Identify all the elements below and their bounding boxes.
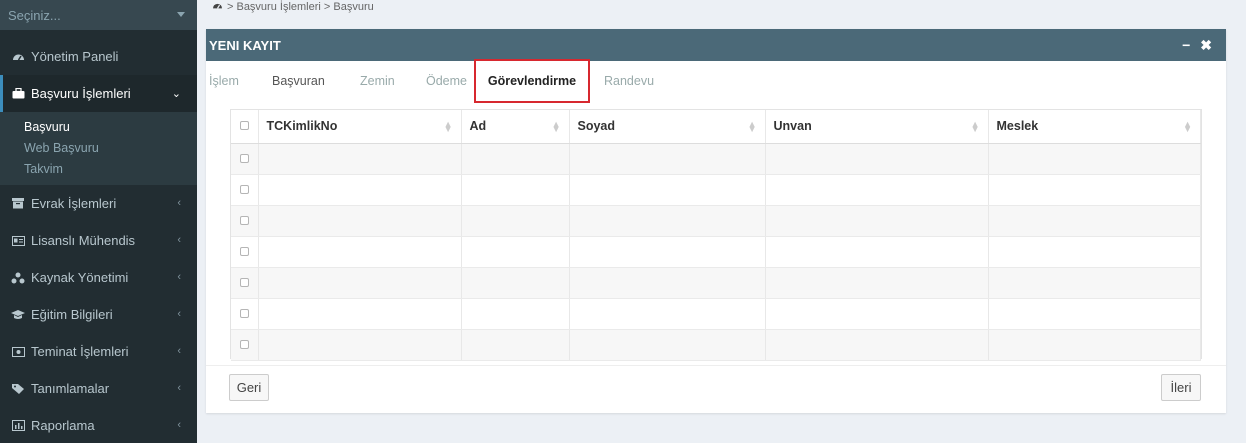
column-header-tckimlikno[interactable]: TCKimlikNo ▲ ▼ [258, 110, 462, 144]
modal-title: YENI KAYIT [209, 37, 281, 53]
sidebar-item-label: Eğitim Bilgileri [31, 307, 113, 322]
column-header-unvan[interactable]: Unvan ▲ ▼ [765, 110, 989, 144]
modal-header: YENI KAYIT − ✖ [206, 29, 1226, 61]
select-all-header [231, 110, 259, 144]
table-row[interactable] [231, 267, 1201, 299]
sidebar-item-basvuru-islemleri[interactable]: Başvuru İşlemleri ⌄ [0, 75, 197, 112]
chevron-left-icon: ‹ [177, 308, 181, 320]
sidebar-item-teminat-islemleri[interactable]: Teminat İşlemleri ‹ [0, 333, 197, 370]
tab-odeme[interactable]: Ödeme [426, 74, 467, 88]
sitemap-icon [11, 271, 25, 285]
sidebar-submenu: Başvuru Web Başvuru Takvim [0, 112, 197, 185]
money-icon [11, 345, 25, 359]
sort-icon: ▲ ▼ [1183, 119, 1192, 134]
select-all-checkbox[interactable] [240, 121, 249, 131]
column-label: TCKimlikNo [266, 119, 338, 134]
table-row[interactable] [231, 298, 1201, 330]
chevron-left-icon: ‹ [177, 382, 181, 394]
sidebar-item-label: Evrak İşlemleri [31, 196, 117, 211]
minimize-icon[interactable]: − [1182, 37, 1190, 54]
sidebar-item-lisansli-muhendis[interactable]: Lisanslı Mühendis ‹ [0, 222, 197, 259]
sidebar-item-label: Kaynak Yönetimi [31, 270, 129, 285]
sort-icon: ▲ ▼ [747, 119, 757, 134]
dashboard-icon[interactable] [212, 1, 223, 13]
back-button[interactable]: Geri [229, 374, 269, 401]
column-header-soyad[interactable]: Soyad ▲ ▼ [569, 110, 766, 144]
sort-icon: ▲ ▼ [551, 119, 561, 134]
tag-icon [11, 382, 25, 396]
table-row[interactable] [231, 174, 1201, 206]
divider [206, 365, 1226, 366]
chevron-left-icon: ‹ [177, 345, 181, 357]
sidebar-item-kaynak-yonetimi[interactable]: Kaynak Yönetimi ‹ [0, 259, 197, 296]
tab-gorevlendirme[interactable]: Görevlendirme [474, 59, 590, 103]
breadcrumb-text: > Başvuru İşlemleri > Başvuru [227, 1, 374, 13]
sidebar-item-raporlama[interactable]: Raporlama ‹ [0, 407, 197, 443]
table-row[interactable] [231, 205, 1201, 237]
sidebar-item-label: Teminat İşlemleri [31, 344, 129, 359]
archive-icon [11, 197, 25, 211]
column-label: Meslek [996, 119, 1039, 134]
graduation-cap-icon [11, 308, 25, 322]
sidebar-item-label: Tanımlamalar [31, 381, 110, 396]
chevron-left-icon: ‹ [177, 197, 181, 209]
table-row[interactable] [231, 236, 1201, 268]
tab-basvuran[interactable]: Başvuran [272, 74, 325, 88]
row-checkbox[interactable] [240, 340, 249, 349]
sidebar-item-label: Raporlama [31, 418, 95, 433]
sidebar-select[interactable]: Seçiniz... [0, 0, 197, 30]
table-row[interactable] [231, 329, 1201, 361]
tab-islem[interactable]: İşlem [209, 74, 239, 88]
sidebar-item-label: Başvuru İşlemleri [31, 86, 131, 101]
column-header-meslek[interactable]: Meslek ▲ ▼ [988, 110, 1201, 144]
sidebar: Seçiniz... Yönetim Paneli Başvuru İşleml… [0, 0, 197, 443]
chevron-left-icon: ‹ [177, 271, 181, 283]
assignment-table: TCKimlikNo ▲ ▼ Ad ▲ ▼ Soyad ▲ ▼ Unvan ▲ ▼ Meslek… [230, 109, 1202, 361]
chevron-down-icon: ⌄ [171, 88, 181, 100]
chevron-left-icon: ‹ [177, 419, 181, 431]
table-row[interactable] [231, 143, 1201, 175]
row-checkbox[interactable] [240, 247, 249, 256]
wizard-tabs: İşlem Başvuran Zemin Ödeme Görevlendirme… [206, 59, 1226, 103]
sidebar-item-egitim-bilgileri[interactable]: Eğitim Bilgileri ‹ [0, 296, 197, 333]
sort-icon: ▲ ▼ [970, 119, 980, 134]
column-label: Unvan [773, 119, 812, 134]
chevron-down-icon [177, 12, 185, 17]
row-checkbox[interactable] [240, 154, 249, 163]
sidebar-item-evrak-islemleri[interactable]: Evrak İşlemleri ‹ [0, 185, 197, 222]
sidebar-subitem-basvuru[interactable]: Başvuru [0, 116, 197, 137]
sidebar-subitem-web-basvuru[interactable]: Web Başvuru [0, 137, 197, 158]
row-checkbox[interactable] [240, 278, 249, 287]
sidebar-item-tanimlamalar[interactable]: Tanımlamalar ‹ [0, 370, 197, 407]
id-card-icon [11, 234, 25, 248]
tab-randevu[interactable]: Randevu [604, 74, 654, 88]
dashboard-icon [11, 50, 25, 64]
sidebar-item-label: Lisanslı Mühendis [31, 233, 136, 248]
bar-chart-icon [11, 419, 25, 433]
new-record-modal: YENI KAYIT − ✖ İşlem Başvuran Zemin Ödem… [206, 29, 1226, 413]
sidebar-subitem-takvim[interactable]: Takvim [0, 158, 197, 179]
sidebar-item-label: Yönetim Paneli [31, 49, 119, 64]
sidebar-menu: Yönetim Paneli Başvuru İşlemleri ⌄ Başvu… [0, 38, 197, 443]
sort-icon: ▲ ▼ [443, 119, 453, 134]
sidebar-select-value[interactable]: Seçiniz... [0, 0, 190, 30]
row-checkbox[interactable] [240, 216, 249, 225]
table-header-row: TCKimlikNo ▲ ▼ Ad ▲ ▼ Soyad ▲ ▼ Unvan ▲ ▼ Meslek… [231, 110, 1201, 144]
column-header-ad[interactable]: Ad ▲ ▼ [461, 110, 570, 144]
column-label: Soyad [577, 119, 616, 134]
chevron-left-icon: ‹ [177, 234, 181, 246]
column-label: Ad [469, 119, 487, 134]
briefcase-icon [11, 87, 25, 101]
breadcrumb: > Başvuru İşlemleri > Başvuru [212, 1, 374, 13]
row-checkbox[interactable] [240, 309, 249, 318]
next-button[interactable]: İleri [1161, 374, 1201, 401]
tab-zemin[interactable]: Zemin [360, 74, 395, 88]
sidebar-item-yonetim-paneli[interactable]: Yönetim Paneli [0, 38, 197, 75]
row-checkbox[interactable] [240, 185, 249, 194]
close-icon[interactable]: ✖ [1200, 37, 1212, 54]
